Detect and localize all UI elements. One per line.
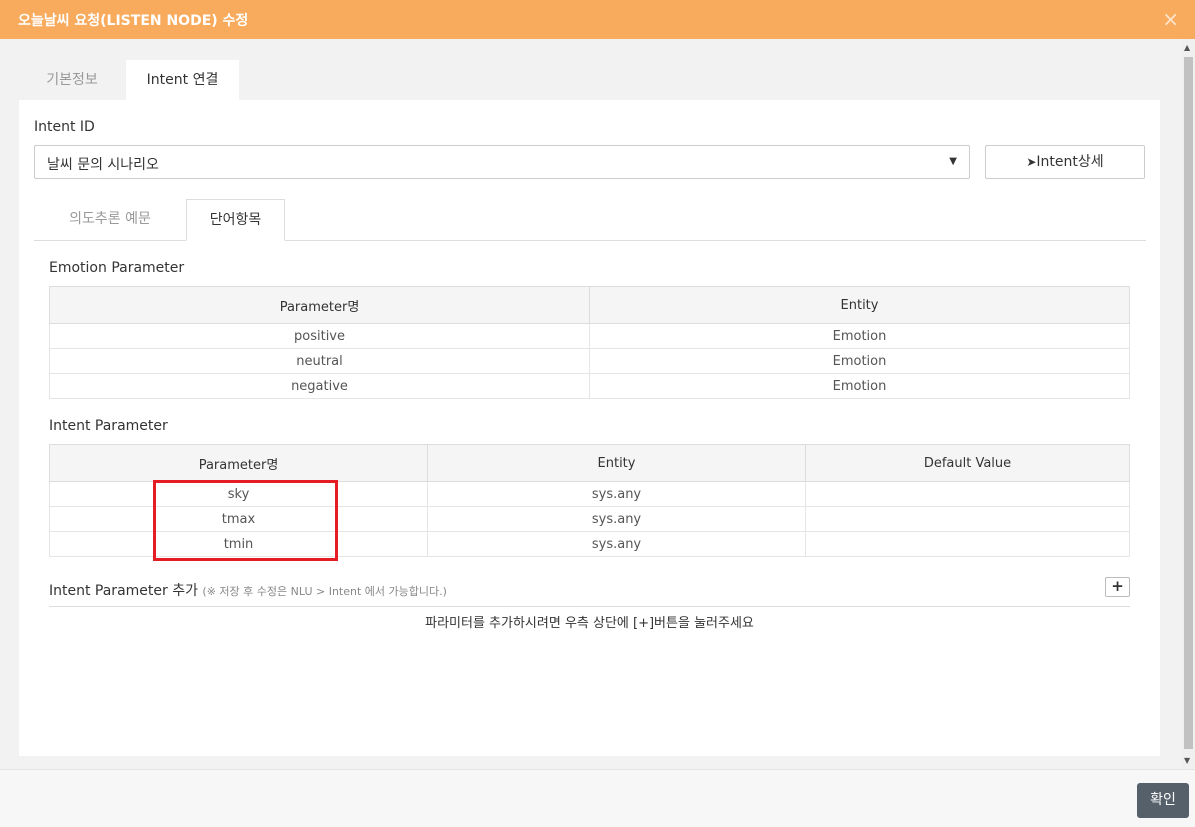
add-parameter-button[interactable]: + <box>1105 577 1130 597</box>
dialog-title: 오늘날씨 요청(LISTEN NODE) 수정 <box>18 13 249 29</box>
close-icon[interactable]: × <box>1162 7 1179 31</box>
parameter-cell: neutral <box>49 348 590 374</box>
tab-content-panel: Intent ID 날씨 문의 시나리오 ▼ ➤Intent상세 의도추론 예문… <box>19 100 1160 756</box>
dialog-footer: 확인 <box>0 769 1195 827</box>
table-row[interactable]: tmax sys.any <box>49 506 1130 532</box>
intent-parameter-title: Intent Parameter <box>49 418 168 434</box>
entity-cell: Emotion <box>589 323 1130 349</box>
inner-tab-bar: 의도추론 예문 단어항목 <box>34 199 1146 241</box>
intent-id-select[interactable]: 날씨 문의 시나리오 ▼ <box>34 145 970 179</box>
table-row[interactable]: neutral Emotion <box>49 348 1130 374</box>
add-parameter-title: Intent Parameter 추가 (※ 저장 후 수정은 NLU > In… <box>49 580 447 600</box>
entity-cell: sys.any <box>427 506 806 532</box>
table-row[interactable]: sky sys.any <box>49 481 1130 507</box>
emotion-parameter-table: Parameter명 Entity positive Emotion neutr… <box>49 286 1130 399</box>
add-parameter-note: (※ 저장 후 수정은 NLU > Intent 에서 가능합니다.) <box>202 585 447 598</box>
parameter-cell: tmax <box>49 506 428 532</box>
intent-id-value: 날씨 문의 시나리오 <box>47 157 159 173</box>
column-header: Parameter명 <box>49 286 590 324</box>
entity-cell: sys.any <box>427 531 806 557</box>
tab-basic-info[interactable]: 기본정보 <box>19 60 125 101</box>
add-parameter-label: Intent Parameter 추가 <box>49 583 198 599</box>
tab-intent-examples[interactable]: 의도추론 예문 <box>34 199 186 241</box>
add-parameter-hint: 파라미터를 추가하시려면 우측 상단에 [+]버튼을 눌러주세요 <box>425 616 754 631</box>
parameter-cell: positive <box>49 323 590 349</box>
parameter-cell: negative <box>49 373 590 399</box>
intent-id-label: Intent ID <box>34 119 95 135</box>
intent-parameter-table: Parameter명 Entity Default Value sky sys.… <box>49 444 1130 557</box>
navigation-arrow-icon: ➤ <box>1026 155 1037 169</box>
scrollbar-thumb[interactable] <box>1184 57 1193 749</box>
scroll-down-icon[interactable]: ▼ <box>1184 756 1190 765</box>
default-value-cell[interactable] <box>805 506 1130 532</box>
dialog-titlebar: 오늘날씨 요청(LISTEN NODE) 수정 × <box>0 0 1195 39</box>
tab-intent-link[interactable]: Intent 연결 <box>126 60 239 101</box>
entity-cell: Emotion <box>589 348 1130 374</box>
column-header: Entity <box>589 286 1130 324</box>
confirm-button[interactable]: 확인 <box>1137 783 1189 818</box>
intent-detail-label: Intent상세 <box>1036 154 1104 170</box>
parameter-cell: sky <box>49 481 428 507</box>
default-value-cell[interactable] <box>805 481 1130 507</box>
table-row[interactable]: negative Emotion <box>49 373 1130 399</box>
emotion-parameter-title: Emotion Parameter <box>49 260 185 276</box>
vertical-scrollbar[interactable]: ▲ ▼ <box>1181 39 1195 769</box>
scroll-up-icon[interactable]: ▲ <box>1184 43 1190 52</box>
column-header: Entity <box>427 444 806 482</box>
column-header: Parameter명 <box>49 444 428 482</box>
divider <box>49 606 1130 607</box>
parameter-cell: tmin <box>49 531 428 557</box>
entity-cell: Emotion <box>589 373 1130 399</box>
caret-down-icon: ▼ <box>949 156 957 167</box>
entity-cell: sys.any <box>427 481 806 507</box>
intent-detail-button[interactable]: ➤Intent상세 <box>985 145 1145 179</box>
table-row[interactable]: tmin sys.any <box>49 531 1130 557</box>
default-value-cell[interactable] <box>805 531 1130 557</box>
tab-word-items[interactable]: 단어항목 <box>186 199 285 241</box>
column-header: Default Value <box>805 444 1130 482</box>
table-row[interactable]: positive Emotion <box>49 323 1130 349</box>
